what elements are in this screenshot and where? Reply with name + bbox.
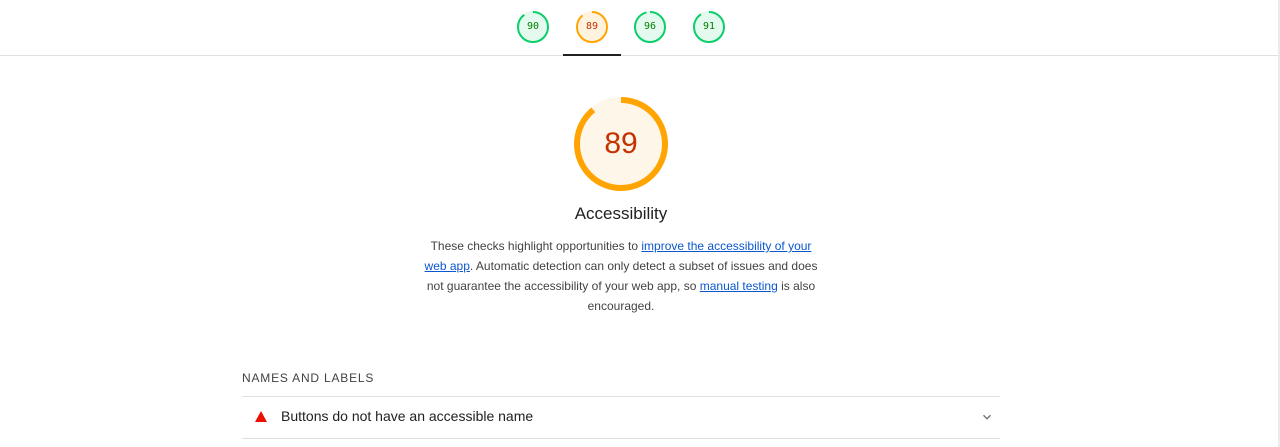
gauge-score: 96	[643, 21, 657, 32]
score-tabs-bar: 90 89 96 91	[0, 0, 1278, 56]
score-gauge-tab-3[interactable]: 96	[633, 10, 667, 44]
gauge-score: 90	[526, 21, 540, 32]
audit-row-button-name[interactable]: Buttons do not have an accessible name	[242, 397, 1000, 438]
manual-testing-link[interactable]: manual testing	[700, 279, 778, 293]
divider	[242, 438, 1000, 439]
audit-title: Buttons do not have an accessible name	[281, 408, 534, 424]
score-gauge-tab-2[interactable]: 89	[575, 10, 609, 44]
audit-group-header: NAMES AND LABELS	[242, 371, 375, 385]
score-gauge-tab-4[interactable]: 91	[692, 10, 726, 44]
category-score-gauge: 89	[573, 96, 669, 192]
category-score: 89	[604, 127, 638, 160]
score-gauge-tab-1[interactable]: 90	[516, 10, 550, 44]
category-title: Accessibility	[574, 204, 668, 223]
category-description: These checks highlight opportunities to …	[424, 236, 818, 316]
chevron-down-icon[interactable]	[981, 411, 993, 423]
fail-triangle-icon	[255, 411, 267, 422]
gauge-score: 89	[585, 21, 599, 32]
gauge-score: 91	[702, 21, 716, 32]
active-tab-indicator	[563, 54, 621, 56]
description-text: These checks highlight opportunities to	[430, 239, 642, 253]
